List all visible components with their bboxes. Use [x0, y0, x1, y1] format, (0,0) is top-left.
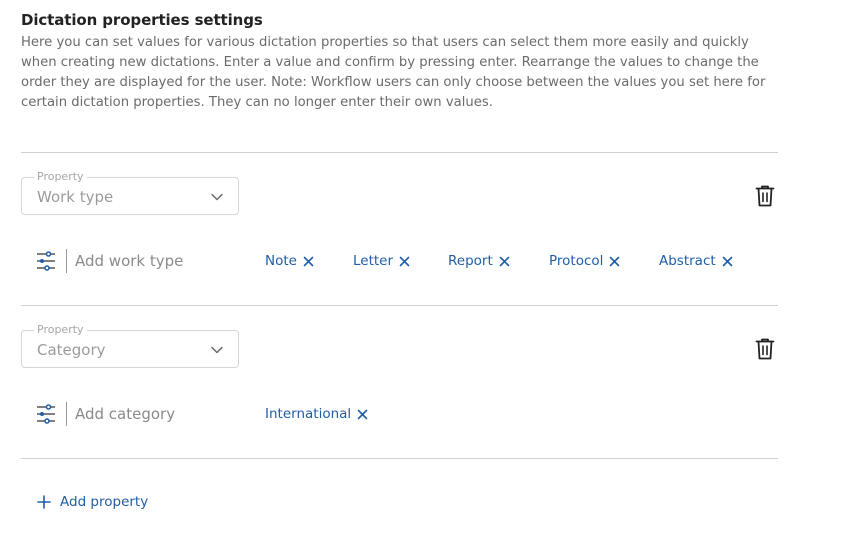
value-chip-letter[interactable]: Letter	[353, 253, 410, 269]
property-select-value: Work type	[37, 188, 114, 206]
property-select-category[interactable]: Property Category	[21, 323, 239, 368]
sliders-icon[interactable]	[35, 403, 57, 425]
add-property-label: Add property	[60, 494, 149, 510]
property-select-work-type[interactable]: Property Work type	[21, 170, 239, 215]
value-chip-label: Abstract	[659, 253, 716, 269]
close-icon[interactable]	[499, 256, 510, 267]
input-separator	[66, 402, 67, 426]
value-chip-label: Report	[448, 253, 493, 269]
chevron-down-icon	[211, 193, 223, 201]
value-chip-label: Letter	[353, 253, 394, 269]
value-chip-label: Note	[265, 253, 297, 269]
trash-icon[interactable]	[754, 337, 776, 361]
close-icon[interactable]	[399, 256, 410, 267]
input-separator	[66, 249, 67, 273]
value-chip-international[interactable]: International	[265, 406, 368, 422]
value-chip-abstract[interactable]: Abstract	[659, 253, 733, 269]
divider	[21, 152, 778, 153]
section-description: Here you can set values for various dict…	[21, 35, 766, 110]
value-chip-protocol[interactable]: Protocol	[549, 253, 620, 269]
trash-icon[interactable]	[754, 184, 776, 208]
value-chip-label: International	[265, 406, 352, 422]
property-select-value: Category	[37, 341, 106, 359]
value-chip-report[interactable]: Report	[448, 253, 510, 269]
close-icon[interactable]	[609, 256, 620, 267]
close-icon[interactable]	[722, 256, 733, 267]
sliders-icon[interactable]	[35, 250, 57, 272]
chevron-down-icon	[211, 346, 223, 354]
divider	[21, 305, 778, 306]
value-chip-label: Protocol	[549, 253, 604, 269]
value-chip-note[interactable]: Note	[265, 253, 314, 269]
plus-icon	[37, 495, 51, 509]
close-icon[interactable]	[303, 256, 314, 267]
add-category-input[interactable]	[75, 403, 245, 425]
property-select-legend: Property	[34, 170, 87, 184]
add-property-button[interactable]: Add property	[37, 494, 148, 510]
add-work-type-input[interactable]	[75, 250, 245, 272]
divider	[21, 458, 778, 459]
close-icon[interactable]	[357, 409, 368, 420]
property-select-legend: Property	[34, 323, 87, 337]
section-title: Dictation properties settings	[21, 11, 263, 29]
